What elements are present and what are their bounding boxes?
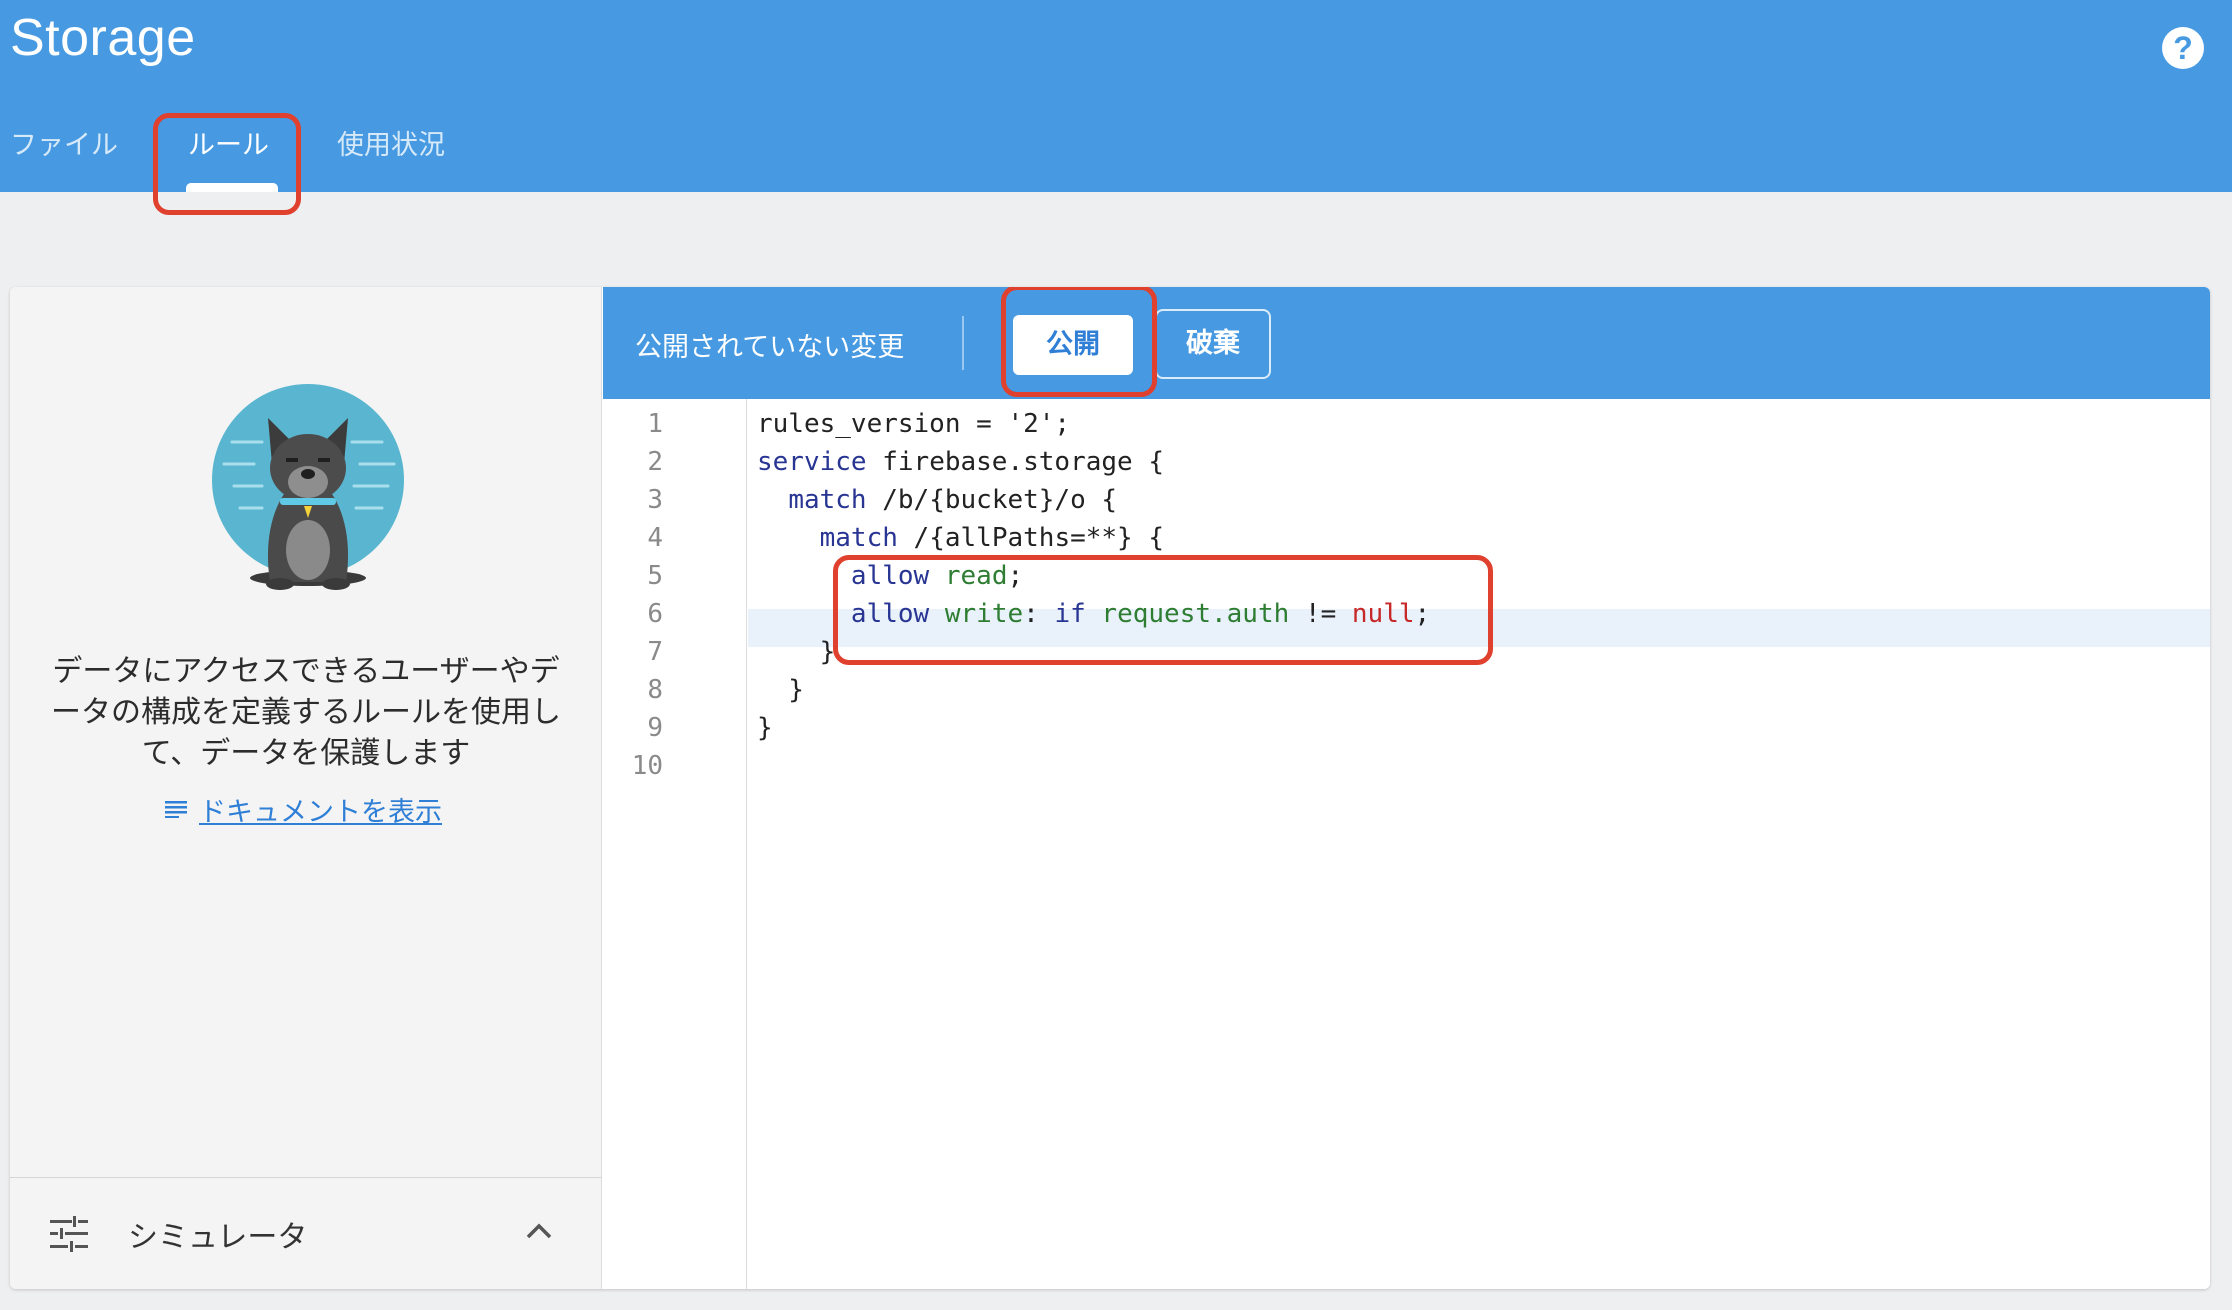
toolbar-divider <box>962 316 964 370</box>
rules-card: データにアクセスできるユーザーやデータの構成を定義するルールを使用して、データを… <box>10 287 2210 1289</box>
discard-button[interactable]: 破棄 <box>1155 309 1271 379</box>
line-number: 8 <box>647 675 663 705</box>
code-editor[interactable]: 1 2 3 4 5 6 7 8 9 10 rules_version = '2'… <box>603 399 2210 1289</box>
tab-usage[interactable]: 使用状況 <box>337 124 445 168</box>
view-docs-link-label[interactable]: ドキュメントを表示 <box>199 790 442 829</box>
code-line[interactable]: service firebase.storage { <box>757 443 1164 481</box>
line-number: 7 <box>647 637 663 667</box>
unpublished-changes-label: 公開されていない変更 <box>635 332 905 363</box>
simulator-toggle[interactable]: シミュレータ <box>10 1177 602 1289</box>
chevron-up-icon[interactable] <box>526 1222 552 1240</box>
code-line[interactable]: } <box>757 671 804 709</box>
code-line[interactable]: match /b/{bucket}/o { <box>757 481 1117 519</box>
line-number: 5 <box>647 561 663 591</box>
line-number: 4 <box>647 523 663 553</box>
code-line[interactable]: rules_version = '2'; <box>757 405 1070 443</box>
page-title: Storage <box>10 9 196 67</box>
code-line[interactable]: } <box>757 633 836 671</box>
line-number-gutter: 1 2 3 4 5 6 7 8 9 10 <box>603 399 747 1289</box>
code-line[interactable]: match /{allPaths=**} { <box>757 519 1164 557</box>
line-number: 6 <box>647 599 663 629</box>
help-circle-icon[interactable]: ? <box>2162 27 2204 69</box>
app-header: Storage ? ファイル ルール 使用状況 <box>0 0 2232 192</box>
notes-icon <box>165 801 187 818</box>
publish-toolbar: 公開されていない変更 公開 破棄 <box>603 287 2210 399</box>
highlight-box-publish <box>1001 287 1157 397</box>
view-docs-link[interactable]: ドキュメントを表示 <box>165 789 442 829</box>
tune-sliders-icon <box>50 1216 88 1252</box>
highlight-box-rules-tab <box>153 113 301 215</box>
simulator-label: シミュレータ <box>128 1220 308 1255</box>
highlight-box-allow-rules <box>833 555 1493 665</box>
line-number: 10 <box>631 751 663 781</box>
guard-dog-mascot-illustration <box>212 384 404 590</box>
info-panel: データにアクセスできるユーザーやデータの構成を定義するルールを使用して、データを… <box>10 287 602 1289</box>
line-number: 3 <box>647 485 663 515</box>
line-number: 2 <box>647 447 663 477</box>
rules-editor-panel: 公開されていない変更 公開 破棄 1 2 3 4 5 6 7 8 9 10 ru… <box>603 287 2210 1289</box>
rules-description: データにアクセスできるユーザーやデータの構成を定義するルールを使用して、データを… <box>51 654 561 771</box>
line-number: 1 <box>647 409 663 439</box>
line-number: 9 <box>647 713 663 743</box>
tab-files[interactable]: ファイル <box>10 124 118 168</box>
code-line[interactable]: } <box>757 709 773 747</box>
